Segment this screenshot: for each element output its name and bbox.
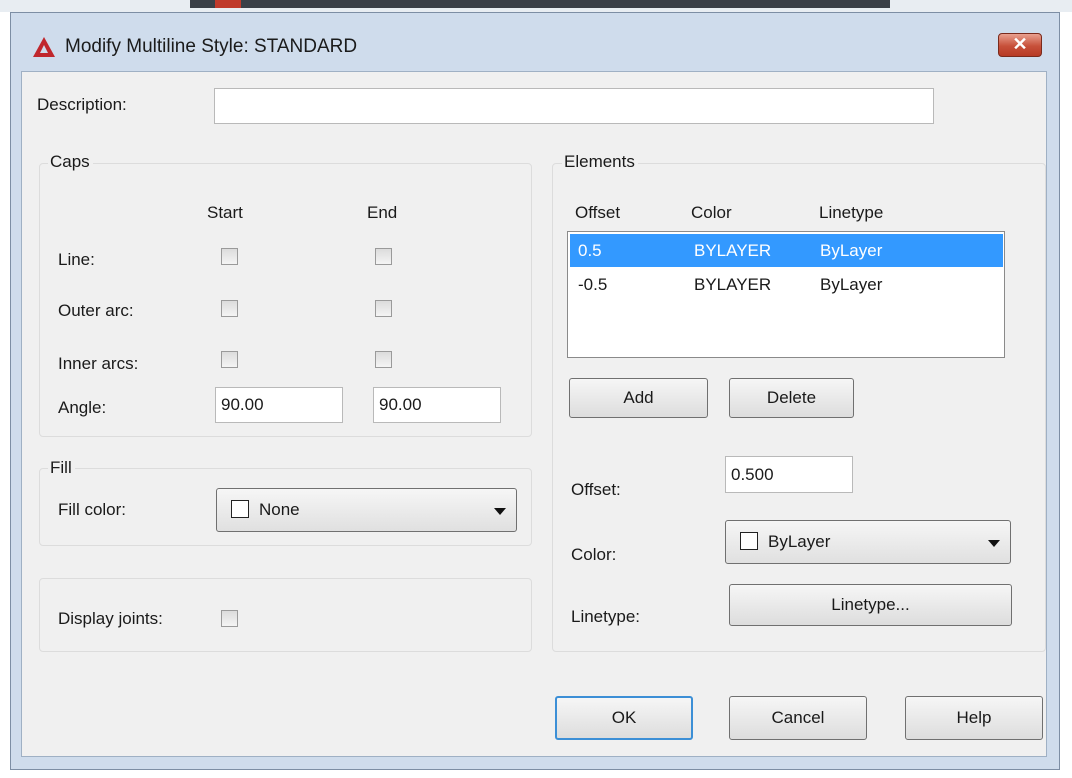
caps-group-title: Caps <box>48 152 93 172</box>
autocad-a-icon <box>33 37 55 57</box>
elements-offset-header: Offset <box>575 203 621 222</box>
element-row-color: BYLAYER <box>694 275 772 294</box>
element-offset-input[interactable] <box>725 456 853 493</box>
close-button[interactable]: ✕ <box>998 33 1042 57</box>
description-label: Description: <box>37 95 127 114</box>
elements-list[interactable]: 0.5 BYLAYER ByLayer -0.5 BYLAYER ByLayer <box>567 231 1005 358</box>
element-offset-label: Offset: <box>571 480 621 499</box>
caps-outer-arc-start-checkbox[interactable] <box>221 300 238 317</box>
ok-button[interactable]: OK <box>555 696 693 740</box>
fill-color-swatch <box>231 500 249 518</box>
chevron-down-icon <box>988 540 1000 547</box>
help-button[interactable]: Help <box>905 696 1043 740</box>
background-window-strip <box>0 0 1072 12</box>
cancel-button[interactable]: Cancel <box>729 696 867 740</box>
elements-group-title: Elements <box>562 152 638 172</box>
fill-group-title: Fill <box>48 458 75 478</box>
caps-outer-arc-end-checkbox[interactable] <box>375 300 392 317</box>
element-color-label: Color: <box>571 545 617 564</box>
fill-color-dropdown[interactable]: None <box>216 488 517 532</box>
elements-color-header: Color <box>691 203 732 222</box>
caps-angle-label: Angle: <box>58 398 107 417</box>
background-window-titlebar <box>190 0 890 8</box>
display-joints-checkbox[interactable] <box>221 610 238 627</box>
title-bar[interactable]: Modify Multiline Style: STANDARD ✕ <box>11 13 1059 71</box>
dialog-client-area: Description: Caps Start End Line: Outer … <box>21 71 1047 757</box>
element-row-color: BYLAYER <box>694 241 772 260</box>
caps-end-header: End <box>367 203 398 222</box>
linetype-button[interactable]: Linetype... <box>729 584 1012 626</box>
description-input[interactable] <box>214 88 934 124</box>
element-color-dropdown[interactable]: ByLayer <box>725 520 1011 564</box>
delete-button[interactable]: Delete <box>729 378 854 418</box>
caps-line-start-checkbox[interactable] <box>221 248 238 265</box>
element-color-value: ByLayer <box>768 532 831 551</box>
element-row[interactable]: -0.5 BYLAYER ByLayer <box>570 268 1003 301</box>
caps-inner-arcs-label: Inner arcs: <box>58 354 139 373</box>
caps-angle-end-input[interactable] <box>373 387 501 423</box>
elements-linetype-header: Linetype <box>819 203 884 222</box>
fill-color-value: None <box>259 500 300 519</box>
element-row-linetype: ByLayer <box>820 241 883 260</box>
caps-line-end-checkbox[interactable] <box>375 248 392 265</box>
caps-inner-arcs-end-checkbox[interactable] <box>375 351 392 368</box>
caps-line-label: Line: <box>58 250 95 269</box>
display-joints-label: Display joints: <box>58 609 163 628</box>
element-row-offset: 0.5 <box>578 241 602 260</box>
fill-color-label: Fill color: <box>58 500 127 519</box>
caps-start-header: Start <box>207 203 243 222</box>
caps-outer-arc-label: Outer arc: <box>58 301 134 320</box>
element-linetype-label: Linetype: <box>571 607 640 626</box>
element-row-selected[interactable]: 0.5 BYLAYER ByLayer <box>570 234 1003 267</box>
element-row-offset: -0.5 <box>578 275 608 294</box>
dialog-title: Modify Multiline Style: STANDARD <box>65 36 358 57</box>
element-row-linetype: ByLayer <box>820 275 883 294</box>
add-button[interactable]: Add <box>569 378 708 418</box>
chevron-down-icon <box>494 508 506 515</box>
background-app-icon <box>215 0 241 8</box>
caps-angle-start-input[interactable] <box>215 387 343 423</box>
element-color-swatch <box>740 532 758 550</box>
modify-multiline-style-dialog: Modify Multiline Style: STANDARD ✕ Descr… <box>10 12 1060 770</box>
caps-inner-arcs-start-checkbox[interactable] <box>221 351 238 368</box>
